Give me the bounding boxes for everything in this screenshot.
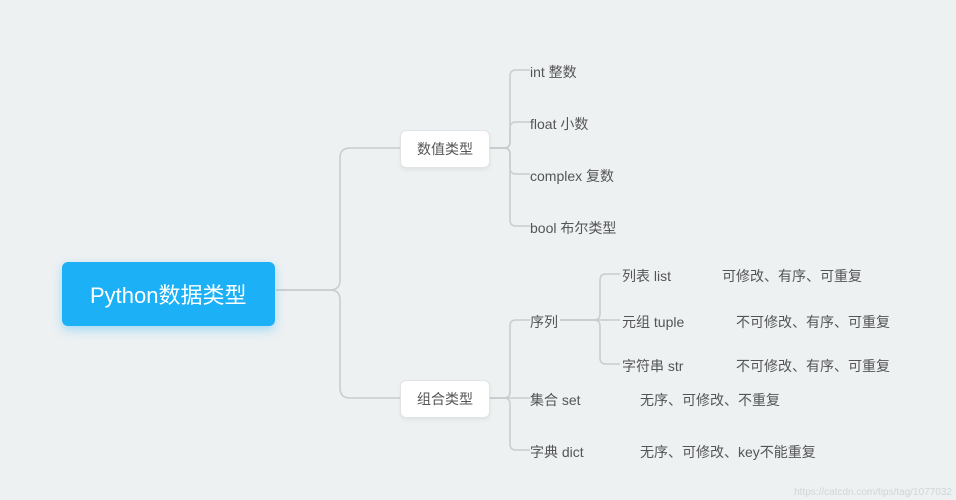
leaf-set-attr: 无序、可修改、不重复	[640, 390, 780, 410]
root-label: Python数据类型	[90, 278, 247, 310]
leaf-dict-attr: 无序、可修改、key不能重复	[640, 442, 816, 462]
leaf-bool: bool 布尔类型	[530, 218, 616, 238]
category-composite-node[interactable]: 组合类型	[400, 380, 490, 418]
category-numeric-label: 数值类型	[417, 139, 473, 159]
category-composite-label: 组合类型	[417, 389, 473, 409]
leaf-list-attr: 可修改、有序、可重复	[722, 266, 862, 286]
leaf-tuple: 元组 tuple	[622, 312, 684, 332]
leaf-str: 字符串 str	[622, 356, 683, 376]
leaf-complex: complex 复数	[530, 166, 614, 186]
leaf-str-attr: 不可修改、有序、可重复	[736, 356, 890, 376]
root-node[interactable]: Python数据类型	[62, 262, 275, 326]
leaf-list: 列表 list	[622, 266, 671, 286]
connector-lines	[0, 0, 956, 500]
leaf-int: int 整数	[530, 62, 577, 82]
watermark-text: https://catcdn.com/tips/tag/1077032	[794, 487, 952, 498]
leaf-float: float 小数	[530, 114, 588, 134]
leaf-tuple-attr: 不可修改、有序、可重复	[736, 312, 890, 332]
leaf-set: 集合 set	[530, 390, 581, 410]
leaf-dict: 字典 dict	[530, 442, 584, 462]
leaf-sequence: 序列	[530, 312, 558, 332]
category-numeric-node[interactable]: 数值类型	[400, 130, 490, 168]
